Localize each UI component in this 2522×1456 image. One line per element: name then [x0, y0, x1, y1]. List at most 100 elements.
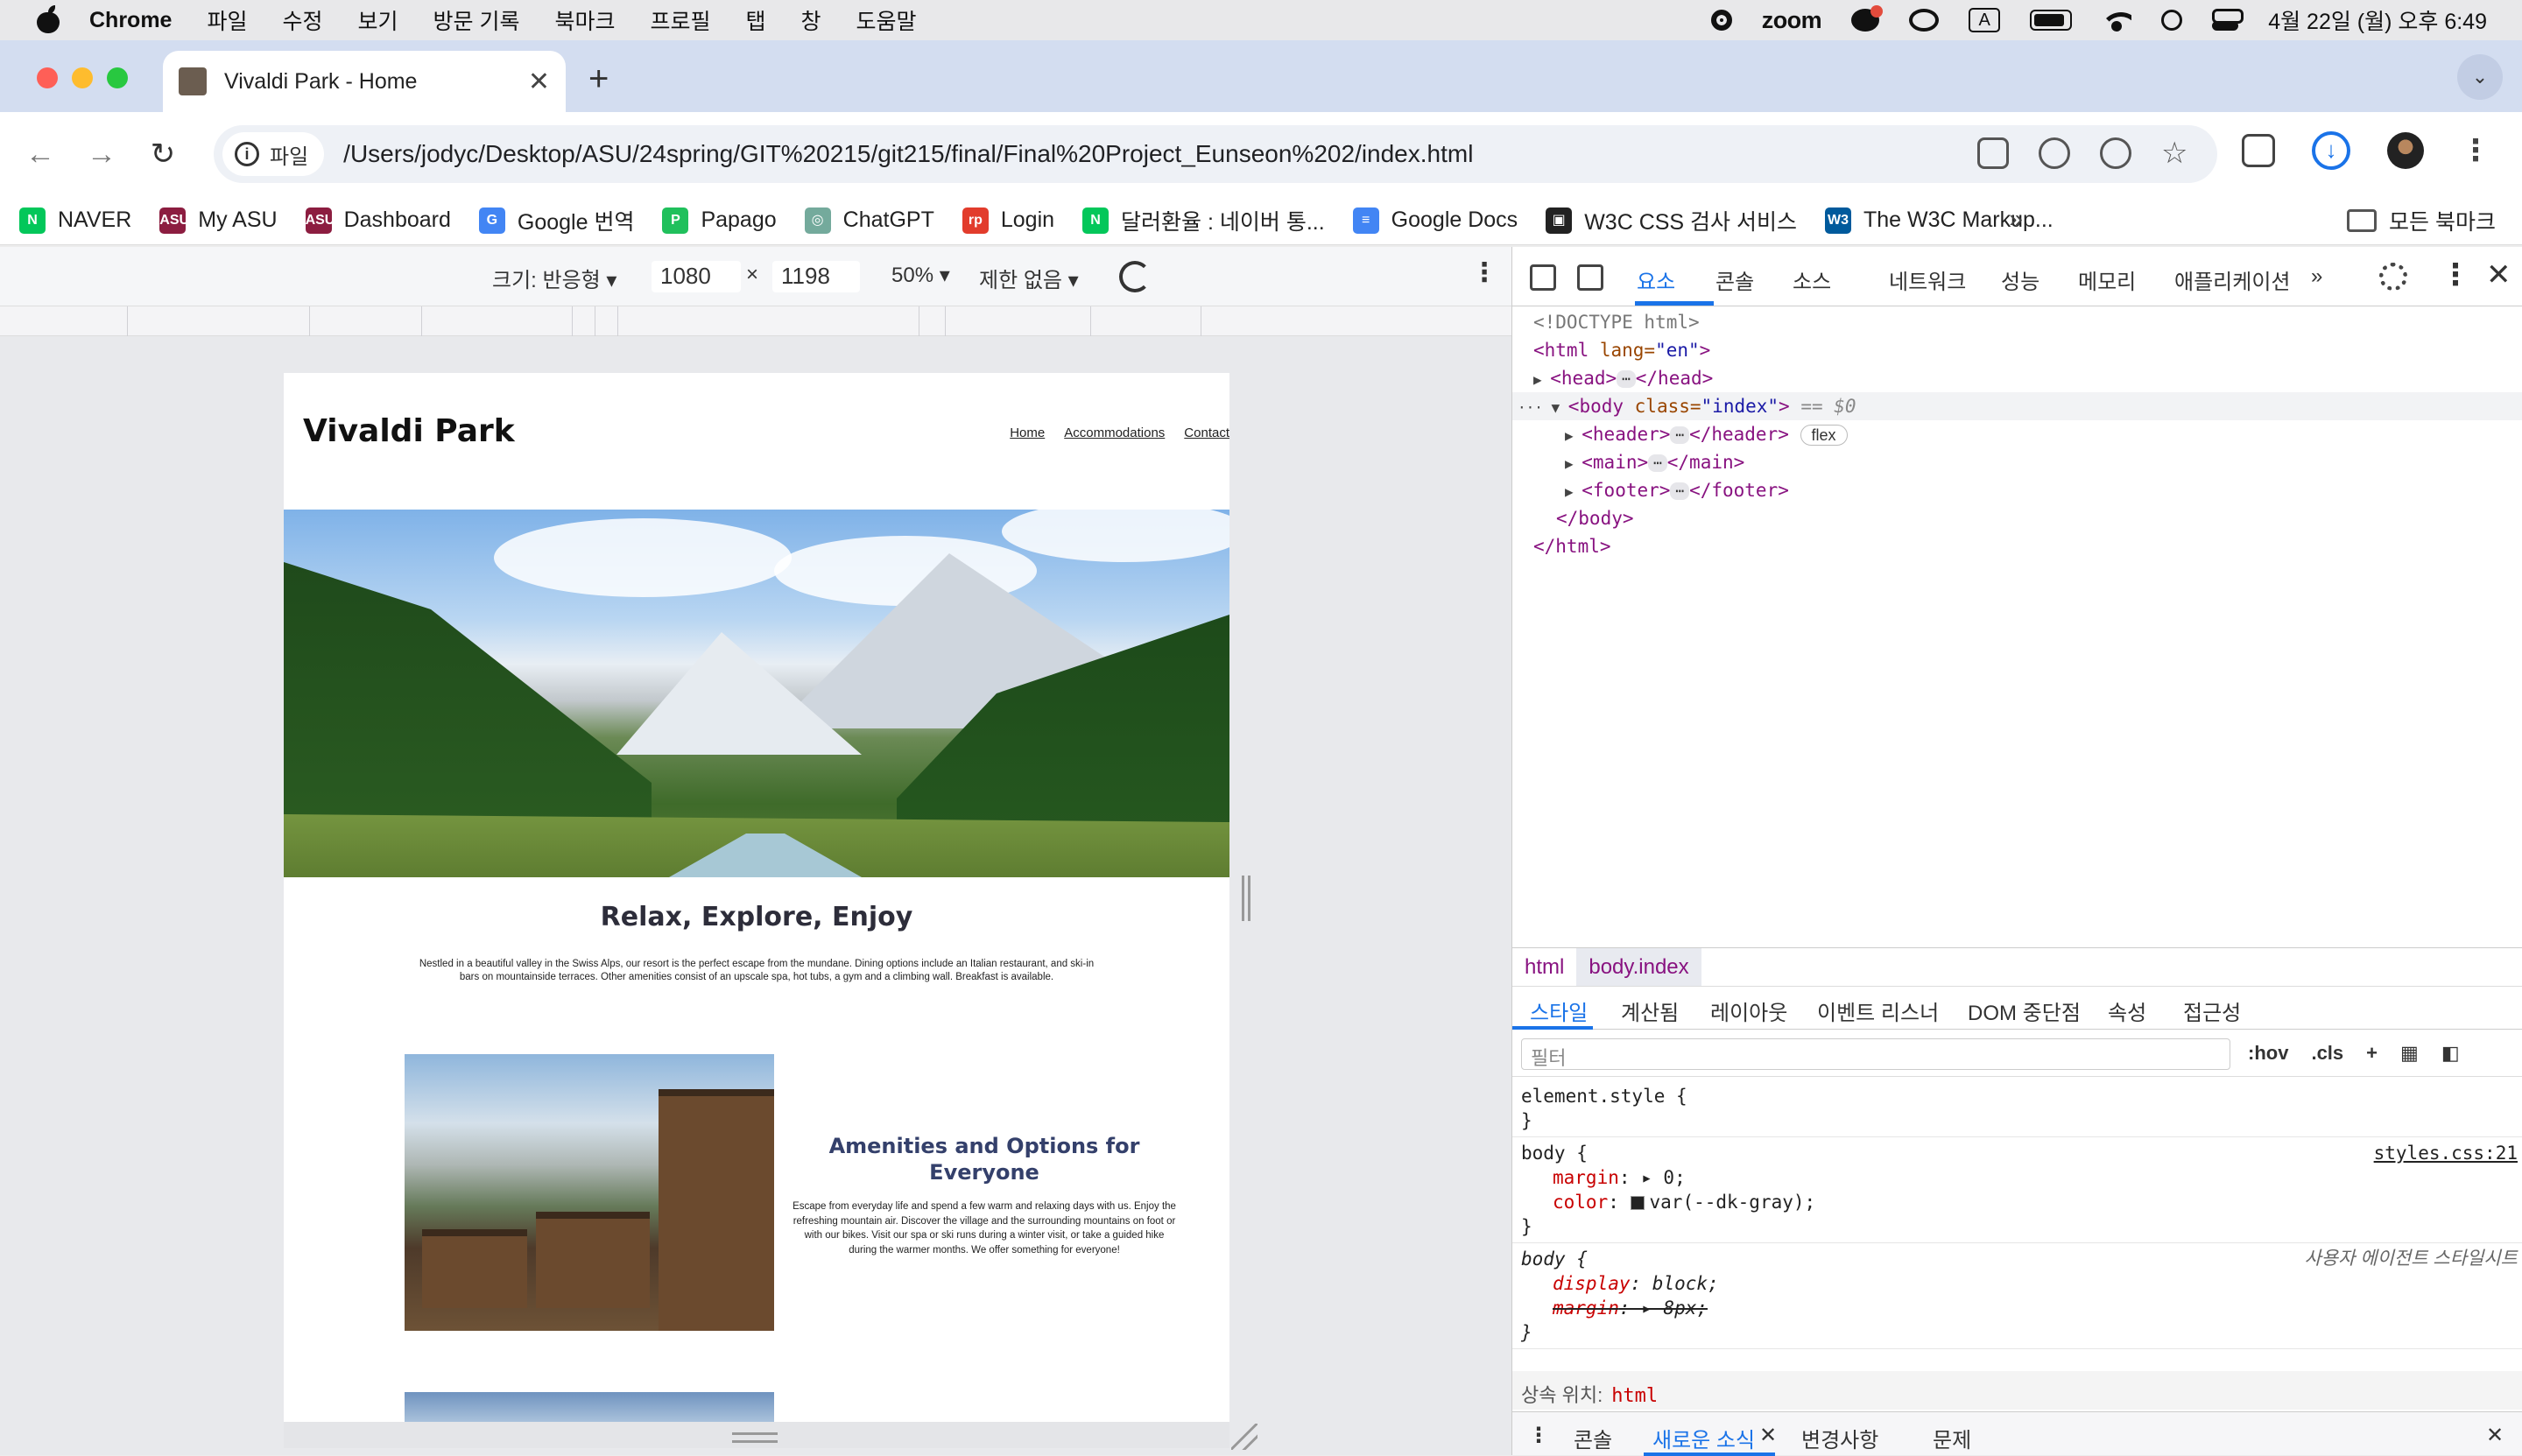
tab-properties[interactable]: 속성 [2108, 995, 2146, 1026]
menubar-item-view[interactable]: 보기 [358, 4, 398, 36]
styles-filter-input[interactable]: 필터 [1521, 1038, 2230, 1070]
style-declaration-margin[interactable]: margin: ▸ 0; [1521, 1165, 2514, 1190]
bookmarks-overflow-icon[interactable]: » [2009, 205, 2023, 233]
drawer-tab-whats-new[interactable]: 새로운 소식 [1652, 1423, 1755, 1453]
bookmark-item[interactable]: N 달러환율 : 네이버 통... [1082, 205, 1325, 236]
viewport-resize-handle-corner[interactable] [1231, 1424, 1257, 1450]
url-text[interactable]: /Users/jodyc/Desktop/ASU/24spring/GIT%20… [343, 140, 1473, 168]
tab-search-icon[interactable]: ⌄ [2457, 54, 2503, 100]
devtools-menu-icon[interactable]: ⋮ [2441, 257, 2470, 292]
zoom-magnifier-icon[interactable] [2039, 137, 2070, 169]
profile-avatar[interactable] [2387, 132, 2424, 169]
breadcrumb-html[interactable]: html [1512, 948, 1576, 987]
settings-gear-icon[interactable] [2379, 263, 2407, 291]
device-toolbar-menu-icon[interactable]: ⋮ [1471, 257, 1497, 288]
media-query-segment[interactable] [1091, 306, 1201, 336]
style-declaration-margin-overridden[interactable]: margin: ▸ 8px; [1521, 1296, 2514, 1320]
inherited-tag-link[interactable]: html [1611, 1385, 1658, 1407]
bookmark-item[interactable]: N NAVER [19, 207, 131, 234]
paint-brush-icon[interactable]: ▦ [2400, 1042, 2419, 1065]
close-drawer-icon[interactable]: ✕ [2486, 1423, 2504, 1448]
more-tabs-icon[interactable]: » [2311, 264, 2322, 289]
tab-memory[interactable]: 메모리 [2078, 264, 2136, 295]
new-tab-button[interactable]: + [588, 60, 609, 99]
menubar-item-help[interactable]: 도움말 [856, 4, 917, 36]
tab-sources[interactable]: 소스 [1793, 264, 1831, 295]
nav-link-accommodations[interactable]: Accommodations [1064, 426, 1165, 440]
nav-link-home[interactable]: Home [1010, 426, 1045, 440]
browser-tab-active[interactable]: Vivaldi Park - Home ✕ [163, 51, 566, 112]
close-window-button[interactable] [37, 67, 58, 88]
bookmark-item[interactable]: ASU Dashboard [305, 207, 451, 234]
class-toggle[interactable]: .cls [2311, 1042, 2343, 1065]
bookmark-item[interactable]: ≡ Google Docs [1352, 207, 1518, 234]
dom-node-footer[interactable]: ▶ <footer> ⋯ </footer> [1512, 476, 2522, 504]
menubar-item-profiles[interactable]: 프로필 [650, 4, 710, 36]
media-query-segment[interactable] [422, 306, 573, 336]
device-toggle-icon[interactable] [1577, 264, 1603, 291]
hover-state-toggle[interactable]: :hov [2248, 1042, 2288, 1065]
control-center-icon[interactable] [2212, 9, 2244, 32]
responsive-size-dropdown[interactable]: 크기: 반응형 ▾ [492, 263, 616, 293]
device-zoom-dropdown[interactable]: 50% ▾ [891, 263, 950, 288]
minimize-window-button[interactable] [72, 67, 93, 88]
style-declaration-color[interactable]: color: var(--dk-gray); [1521, 1190, 2514, 1214]
dom-node-body-selected[interactable]: ··· ▼ <body class="index"> == $0 [1512, 392, 2522, 420]
menubar-clock[interactable]: 4월 22일 (월) 오후 6:49 [2268, 4, 2487, 36]
menubar-item-history[interactable]: 방문 기록 [433, 4, 520, 36]
all-bookmarks-button[interactable]: 모든 북마크 [2347, 196, 2496, 245]
spotlight-search-icon[interactable] [2161, 10, 2183, 31]
dom-node-html-close[interactable]: </html> [1512, 532, 2522, 560]
viewport-width-input[interactable]: 1080 [652, 261, 741, 292]
media-query-segment[interactable] [0, 306, 128, 336]
menubar-item-tab[interactable]: 탭 [746, 4, 766, 36]
dom-node-html[interactable]: <html lang="en"> [1512, 336, 2522, 364]
bookmark-item[interactable]: ▣ W3C CSS 검사 서비스 [1546, 205, 1797, 236]
tab-event-listeners[interactable]: 이벤트 리스너 [1817, 995, 1939, 1026]
forward-arrow-icon[interactable]: → [81, 133, 123, 175]
bookmark-item[interactable]: ASU My ASU [159, 207, 278, 234]
drawer-tab-close-icon[interactable]: ✕ [1759, 1423, 1777, 1448]
address-bar[interactable]: i 파일 /Users/jodyc/Desktop/ASU/24spring/G… [214, 125, 2217, 183]
dom-node-header[interactable]: ▶ <header> ⋯ </header> flex [1512, 420, 2522, 448]
menubar-app-name[interactable]: Chrome [89, 8, 172, 33]
dom-node-main[interactable]: ▶ <main> ⋯ </main> [1512, 448, 2522, 476]
chrome-menu-icon[interactable]: ⋮ [2461, 133, 2490, 168]
media-query-segment[interactable] [946, 306, 1091, 336]
creative-cloud-icon[interactable] [1909, 9, 1940, 32]
rule-source-link[interactable]: styles.css:21 [2374, 1141, 2518, 1165]
bookmark-item[interactable]: ◎ ChatGPT [804, 207, 934, 234]
drawer-tab-issues[interactable]: 문제 [1933, 1423, 1971, 1453]
media-query-bar[interactable] [0, 306, 1511, 336]
menubar-item-file[interactable]: 파일 [207, 4, 247, 36]
dom-node-body-close[interactable]: </body> [1512, 504, 2522, 532]
menubar-item-edit[interactable]: 수정 [282, 4, 322, 36]
tab-dom-breakpoints[interactable]: DOM 중단점 [1968, 995, 2081, 1026]
new-style-rule-button[interactable]: + [2366, 1042, 2378, 1065]
tab-performance[interactable]: 성능 [2001, 264, 2039, 295]
breadcrumb-body-index[interactable]: body.index [1576, 947, 1701, 987]
zoom-menubar-label[interactable]: zoom [1762, 7, 1822, 34]
style-declaration-display[interactable]: display: block; [1521, 1271, 2514, 1296]
viewport-height-input[interactable]: 1198 [772, 261, 860, 292]
screen-record-icon[interactable] [1710, 10, 1732, 31]
eye-icon[interactable] [2100, 137, 2131, 169]
tab-computed[interactable]: 계산됨 [1621, 995, 1679, 1026]
viewport-resize-handle-bottom[interactable] [732, 1432, 778, 1443]
input-source-icon[interactable]: A [1969, 8, 2001, 32]
media-query-segment[interactable] [919, 306, 946, 336]
rotate-icon[interactable] [1119, 261, 1151, 292]
flex-badge[interactable]: flex [1800, 425, 1848, 446]
tab-network[interactable]: 네트워크 [1889, 264, 1966, 295]
back-arrow-icon[interactable]: ← [19, 133, 61, 175]
bookmark-item[interactable]: P Papago [662, 207, 777, 234]
tab-close-icon[interactable]: ✕ [528, 67, 550, 97]
bookmark-item[interactable]: G Google 번역 [478, 205, 634, 236]
element-style-rule[interactable]: element.style { } [1512, 1080, 2522, 1137]
media-query-segment[interactable] [128, 306, 310, 336]
bookmark-star-icon[interactable]: ☆ [2161, 137, 2193, 169]
viewport-resize-handle-right[interactable] [1242, 876, 1250, 921]
tab-elements[interactable]: 요소 [1637, 264, 1675, 295]
media-query-segment[interactable] [595, 306, 618, 336]
media-query-segment[interactable] [573, 306, 595, 336]
